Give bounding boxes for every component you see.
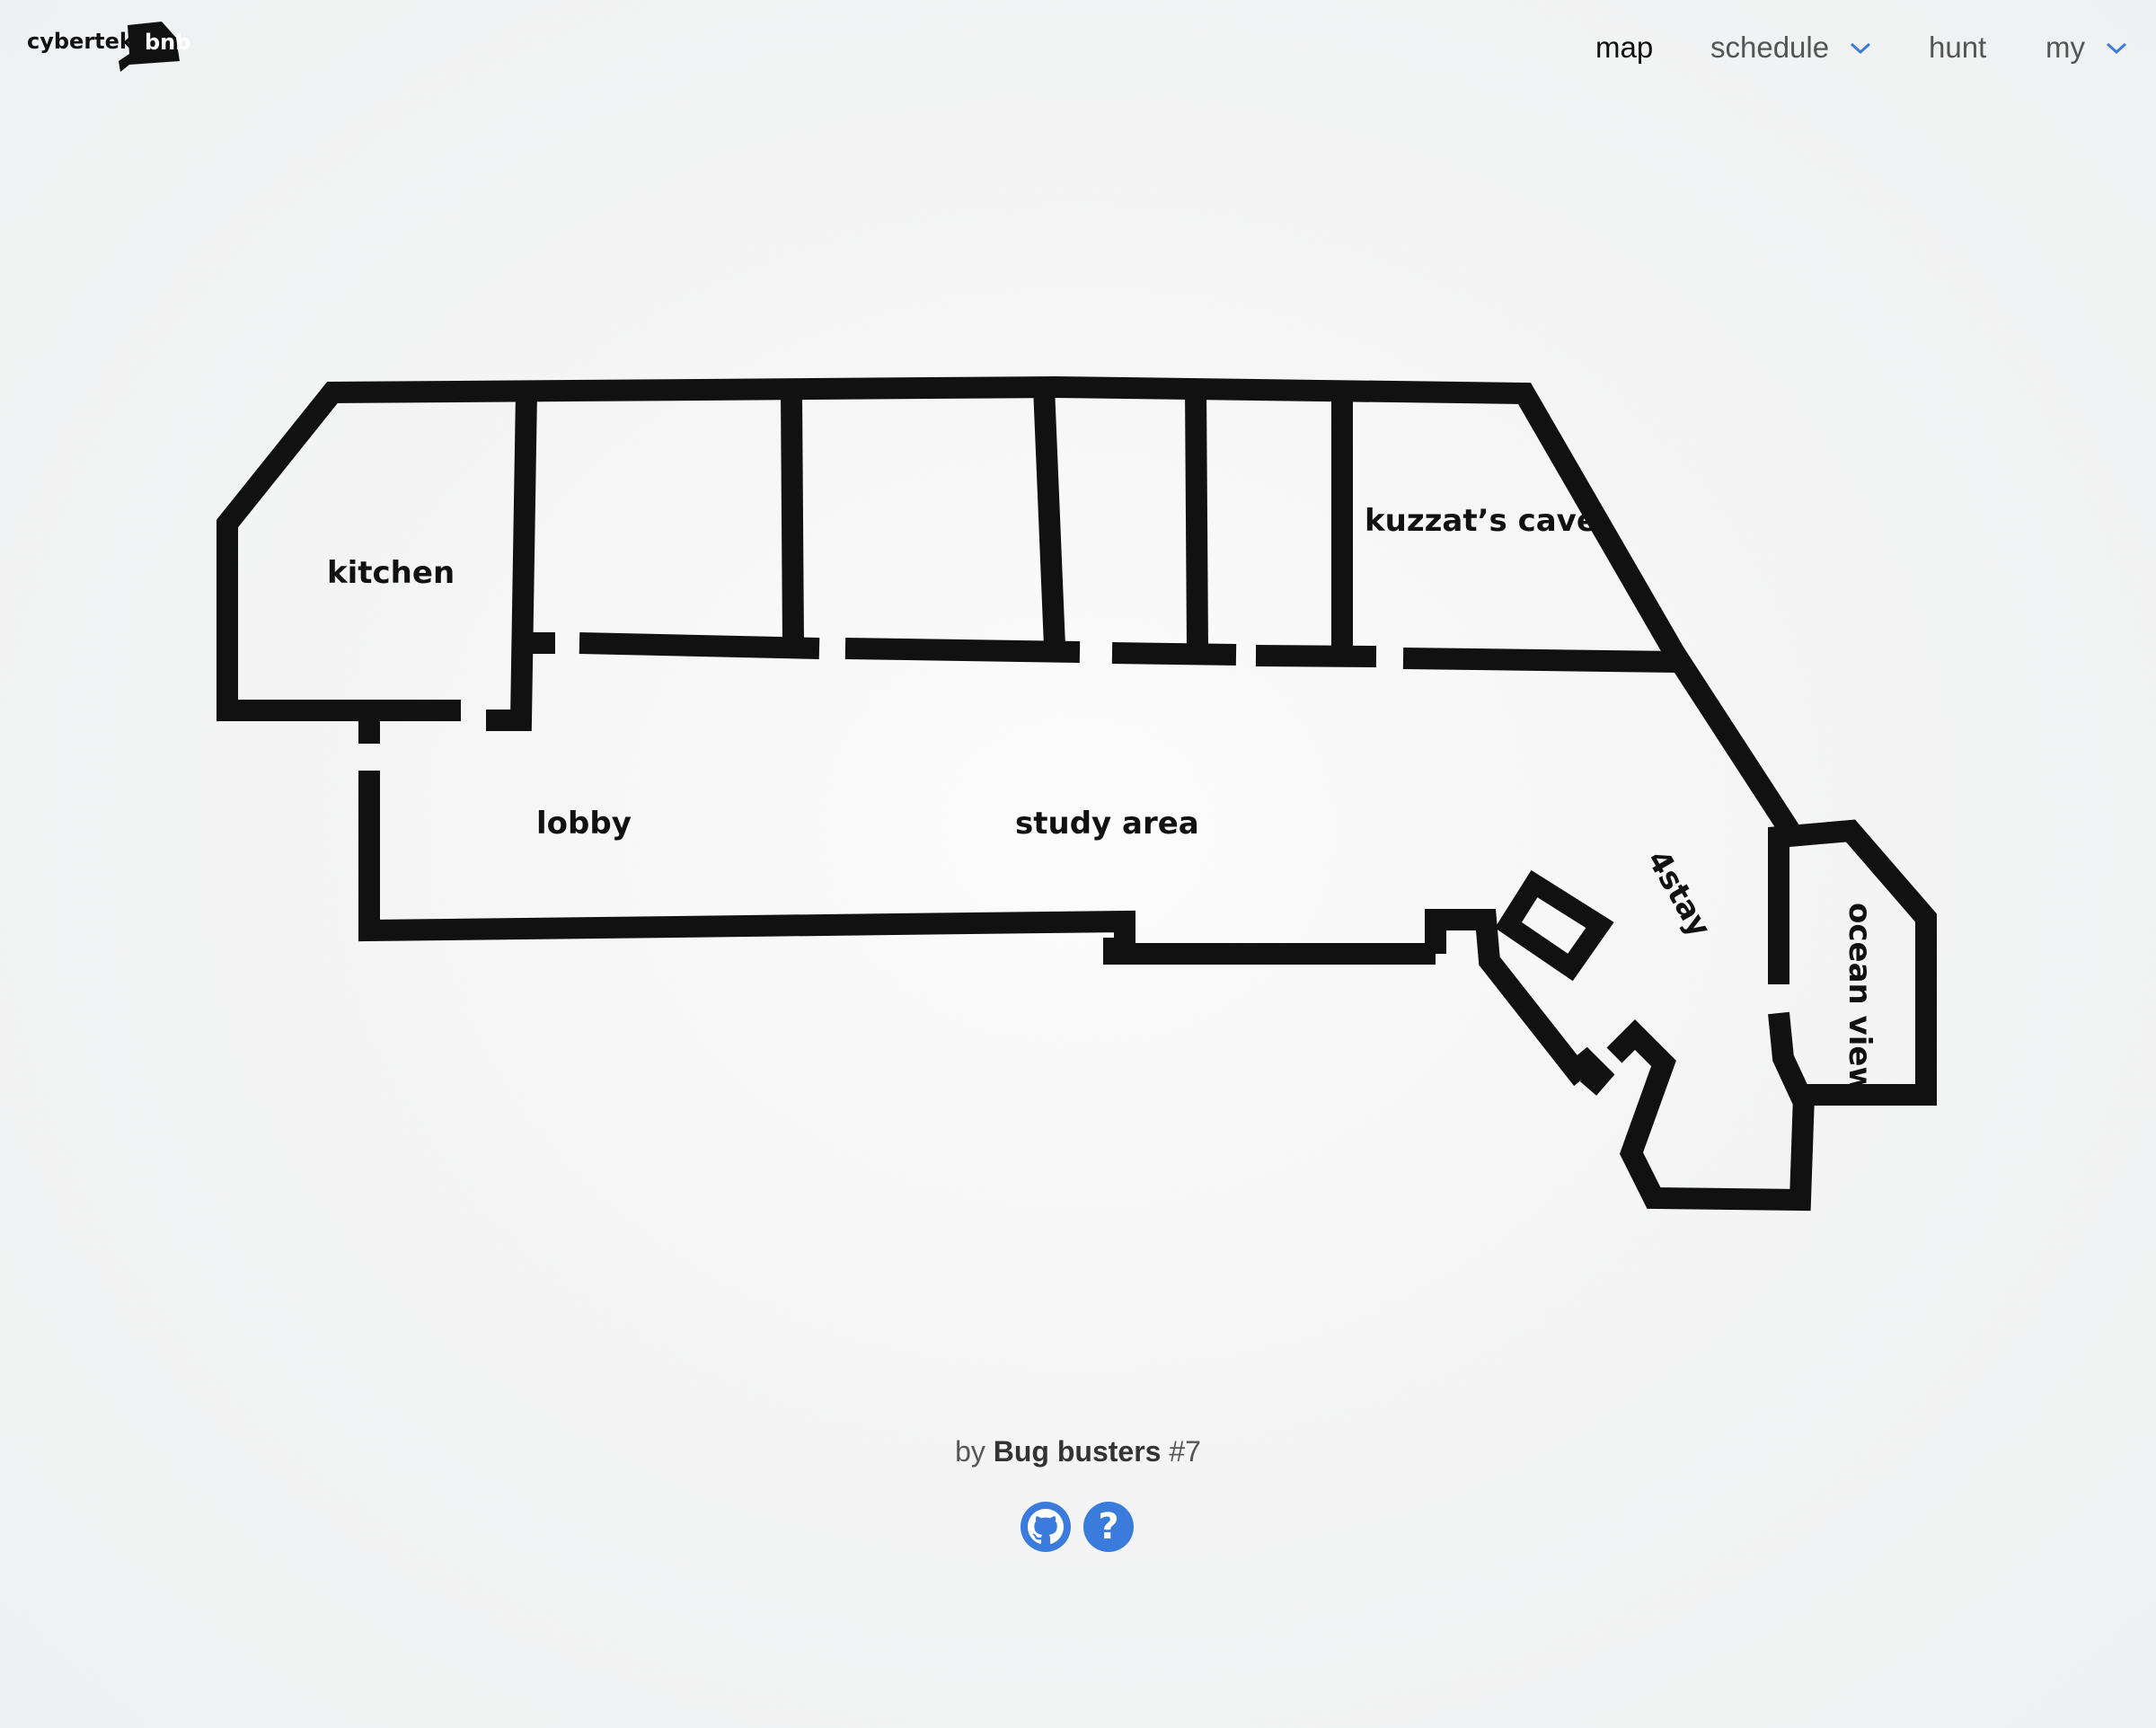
room-label-kuzzats-cave[interactable]: kuzzat’s cave (1365, 503, 1597, 539)
wall-corridor-3 (844, 638, 1081, 663)
github-button[interactable] (1021, 1502, 1071, 1552)
wall-outer-top (216, 375, 1799, 836)
wall-corridor-2 (579, 632, 820, 659)
floor-map: kitchen kuzzat’s cave lobby study area 4… (0, 0, 2156, 1728)
floor-plan-walls (216, 375, 1937, 1212)
room-label-lobby[interactable]: lobby (536, 806, 632, 842)
help-button[interactable]: ? (1083, 1502, 1134, 1552)
wall-corridor-6 (1402, 648, 1679, 673)
footer-credit: by Bug busters #7 (0, 1435, 2156, 1468)
wall-divider-1 (781, 392, 804, 646)
room-label-kitchen[interactable]: kitchen (327, 555, 455, 591)
wall-divider-3 (1185, 386, 1208, 649)
footer-by: by (955, 1435, 985, 1468)
room-label-ocean-view[interactable]: ocean view (1842, 903, 1878, 1095)
footer-icons: ? (1021, 1502, 1134, 1552)
footer-team-number: #7 (1169, 1435, 1201, 1468)
wall-lobby-left (358, 771, 1436, 965)
help-icon: ? (1098, 1506, 1119, 1547)
pillar (1495, 869, 1614, 982)
room-label-study-area[interactable]: study area (1015, 806, 1199, 842)
wall-corridor-4 (1111, 642, 1237, 666)
wall-divider-2 (1033, 386, 1065, 648)
github-icon (1028, 1509, 1064, 1545)
footer-team-name: Bug busters (993, 1435, 1162, 1468)
wall-kitchen-right (486, 392, 537, 731)
wall-corridor-5 (1255, 645, 1377, 667)
